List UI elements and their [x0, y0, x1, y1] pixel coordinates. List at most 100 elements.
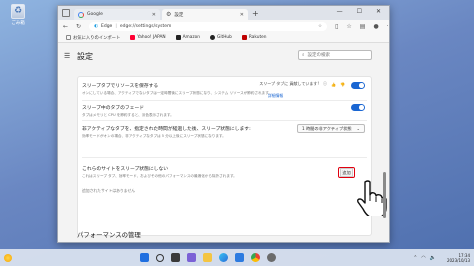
recycle-bin-icon	[11, 4, 25, 19]
chrome-icon[interactable]	[251, 253, 260, 262]
more-menu-icon[interactable]: ···	[387, 23, 389, 30]
favorite-star-icon[interactable]: ☆	[318, 24, 322, 29]
start-icon[interactable]	[140, 253, 149, 262]
fade-toggle[interactable]	[351, 104, 365, 111]
never-sleep-title: これらのサイトをスリープ状態にしない	[82, 167, 169, 172]
yahoo-icon	[130, 35, 136, 40]
favorites-bar: お気に入りのインポート Yahoo! JAPAN Amazon GitHub R…	[58, 33, 389, 43]
store-icon[interactable]	[235, 253, 244, 262]
fade-desc: タブはメモリと CPU を節約すると、淡色表示されます。	[82, 113, 174, 117]
edge-icon[interactable]	[219, 253, 228, 262]
favorite-label: お気に入りのインポート	[73, 35, 121, 41]
tab-settings-label: 設定	[174, 12, 184, 18]
fade-row: スリープ中のタブのフェード タブはメモリと CPU を節約すると、淡色表示されま…	[82, 104, 367, 118]
chevron-up-icon[interactable]: ⌃	[413, 255, 417, 261]
settings-page: ☰ 設定 ⌕ 設定の検索 スリープタブでリソースを保存する オンにしている場合、…	[58, 44, 389, 242]
menu-icon[interactable]: ☰	[64, 52, 70, 60]
sleeping-tabs-status-text: スリープ タブに 貢献しています!	[259, 81, 320, 86]
favorite-item[interactable]: GitHub	[209, 35, 232, 40]
favorite-item[interactable]: Amazon	[175, 35, 200, 40]
tab-google-label: Google	[87, 12, 103, 17]
favorite-label: Rakuten	[248, 35, 267, 40]
sleeping-tabs-status: スリープ タブに 貢献しています! ⓘ 👍 👎	[259, 81, 345, 87]
add-site-button[interactable]: 追加	[338, 167, 355, 178]
weather-icon	[4, 253, 12, 262]
search-icon[interactable]	[156, 253, 164, 262]
new-tab-button[interactable]: +	[252, 9, 259, 18]
inactive-sleep-row: 非アクティブなタブを、指定された時間が経過した後、スリープ状態にします: 効率モ…	[82, 124, 367, 139]
tab-settings[interactable]: ⚙ 設定 ✕	[162, 9, 248, 20]
inactive-time-value: 1 時間の非アクティブ状態	[302, 125, 352, 131]
maximize-icon[interactable]: ☐	[357, 8, 362, 15]
address-bar[interactable]: ◐ Edge | edge://settings/system ☆	[89, 22, 328, 31]
close-icon[interactable]: ✕	[152, 12, 156, 18]
never-sleep-desc: これはスリープ タブ、効率モード、およびその他のパフォーマンスの最適化から除外さ…	[82, 174, 237, 178]
never-sleep-row: これらのサイトをスリープ状態にしない これはスリープ タブ、効率モード、およびそ…	[82, 165, 367, 179]
minimize-icon[interactable]: —	[337, 8, 343, 15]
system-tray: ⌃ ◠ 🔈	[413, 255, 436, 261]
clock[interactable]: 17:34 2023/10/13	[447, 253, 470, 263]
search-placeholder: 設定の検索	[307, 53, 331, 58]
tab-actions-icon[interactable]	[62, 9, 70, 17]
favorites-icon[interactable]: ☆	[346, 23, 351, 30]
edge-icon: ◐	[94, 24, 98, 29]
scrollbar-thumb[interactable]	[383, 172, 386, 218]
taskbar: ⌃ ◠ 🔈 17:34 2023/10/13	[0, 249, 474, 266]
inactive-sleep-desc: 効率モードがオンの場合、非アクティブなタブは 5 分以上後にスリープ状態になりま…	[82, 134, 226, 138]
settings-icon[interactable]	[267, 253, 276, 262]
sleeping-tabs-toggle[interactable]	[351, 82, 365, 89]
favorite-item[interactable]: Yahoo! JAPAN	[130, 35, 166, 40]
info-icon[interactable]: ⓘ	[323, 81, 327, 87]
rakuten-icon	[241, 35, 247, 40]
system-settings-card: スリープタブでリソースを保存する オンにしている場合、アクティブでないタブは一定…	[77, 76, 372, 236]
inactive-time-select[interactable]: 1 時間の非アクティブ状態 ⌄	[297, 124, 365, 133]
tab-google[interactable]: Google ✕	[74, 9, 160, 20]
empty-sites-text: 追加されたサイトはありません	[82, 188, 136, 193]
sleeping-tabs-row: スリープタブでリソースを保存する オンにしている場合、アクティブでないタブは一定…	[82, 81, 367, 96]
settings-search-input[interactable]: ⌕ 設定の検索	[298, 50, 372, 60]
thumbs-up-icon[interactable]: 👍	[331, 82, 336, 87]
details-link[interactable]: 詳細情報	[268, 93, 283, 99]
gear-icon: ⚙	[166, 11, 172, 18]
divider	[82, 100, 367, 101]
address-bar-row: ← ↻ ◐ Edge | edge://settings/system ☆ ▯ …	[58, 20, 389, 33]
chat-icon[interactable]	[187, 253, 196, 262]
divider	[82, 157, 367, 158]
url-brand: Edge	[101, 24, 113, 29]
explorer-icon[interactable]	[203, 253, 212, 262]
window-controls: — ☐ ✕	[337, 8, 389, 19]
taskbar-apps	[140, 253, 276, 262]
wifi-icon[interactable]: ◠	[421, 255, 425, 261]
github-icon	[209, 35, 215, 40]
page-title: 設定	[77, 52, 93, 61]
profile-icon[interactable]: ●	[373, 23, 378, 30]
recycle-bin[interactable]: ごみ箱	[5, 4, 31, 26]
favorite-label: Yahoo! JAPAN	[137, 35, 166, 40]
google-icon	[78, 11, 84, 18]
recycle-bin-label: ごみ箱	[11, 21, 25, 26]
collections-icon[interactable]: ▤	[360, 23, 366, 30]
favorite-label: Amazon	[182, 35, 200, 40]
url-text: edge://settings/system	[119, 24, 172, 29]
chevron-down-icon: ⌄	[356, 126, 360, 131]
favorite-item[interactable]: Rakuten	[241, 35, 267, 40]
divider	[82, 120, 367, 121]
refresh-icon[interactable]: ↻	[76, 23, 81, 30]
close-window-icon[interactable]: ✕	[376, 8, 381, 15]
thumbs-down-icon[interactable]: 👎	[340, 82, 345, 87]
clock-date: 2023/10/13	[446, 257, 470, 263]
task-view-icon[interactable]	[171, 253, 180, 262]
close-icon[interactable]: ✕	[240, 12, 244, 18]
import-icon	[66, 35, 71, 40]
add-site-label: 追加	[339, 168, 354, 177]
weather-widget[interactable]	[4, 253, 12, 262]
favorite-item[interactable]: お気に入りのインポート	[66, 35, 120, 41]
amazon-icon	[175, 35, 181, 40]
performance-section-title: パフォーマンスの管理	[77, 231, 141, 239]
split-screen-icon[interactable]: ▯	[335, 23, 338, 30]
volume-icon[interactable]: 🔈	[430, 255, 436, 261]
back-icon[interactable]: ←	[63, 23, 68, 30]
favorite-label: GitHub	[216, 35, 232, 40]
url-separator: |	[115, 24, 117, 29]
browser-window: Google ✕ ⚙ 設定 ✕ + — ☐ ✕ ← ↻ ◐ Edge | edg…	[57, 5, 390, 243]
